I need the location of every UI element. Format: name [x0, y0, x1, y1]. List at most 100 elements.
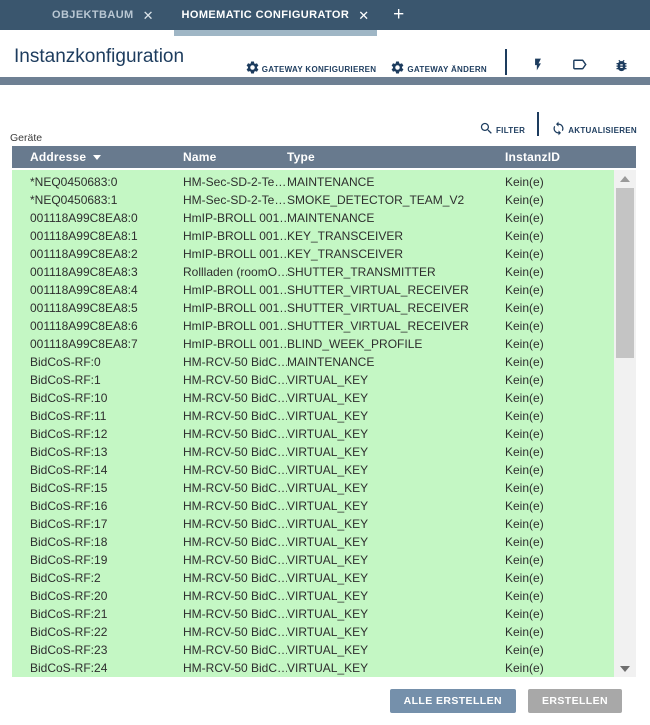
cell-instanzid: Kein(e): [505, 605, 614, 623]
table-row[interactable]: BidCoS-RF:16 HM-RCV-50 BidC… VIRTUAL_KEY…: [12, 497, 614, 515]
tab-objektbaum[interactable]: OBJEKTBAUM ✕: [44, 0, 162, 30]
refresh-button[interactable]: AKTUALISIEREN: [551, 121, 637, 136]
table-row[interactable]: BidCoS-RF:13 HM-RCV-50 BidC… VIRTUAL_KEY…: [12, 443, 614, 461]
cell-name: HM-RCV-50 BidC…: [183, 407, 287, 425]
close-icon[interactable]: ✕: [358, 9, 369, 22]
cell-name: HmIP-BROLL 001…: [183, 227, 287, 245]
cell-name: HM-RCV-50 BidC…: [183, 551, 287, 569]
cell-instanzid: Kein(e): [505, 335, 614, 353]
create-all-button[interactable]: ALLE ERSTELLEN: [390, 689, 516, 713]
bug-icon[interactable]: [608, 58, 635, 75]
table-row[interactable]: BidCoS-RF:11 HM-RCV-50 BidC… VIRTUAL_KEY…: [12, 407, 614, 425]
cell-type: KEY_TRANSCEIVER: [287, 227, 505, 245]
table-row[interactable]: BidCoS-RF:14 HM-RCV-50 BidC… VIRTUAL_KEY…: [12, 461, 614, 479]
scroll-up-button[interactable]: [614, 170, 636, 187]
table-row[interactable]: 001118A99C8EA8:1 HmIP-BROLL 001… KEY_TRA…: [12, 227, 614, 245]
column-header-instanzid-label: InstanzID: [505, 150, 560, 164]
cell-addresse: *NEQ0450683:1: [30, 191, 183, 209]
cell-name: HM-RCV-50 BidC…: [183, 605, 287, 623]
table-row[interactable]: *NEQ0450683:1 HM-Sec-SD-2-Te… SMOKE_DETE…: [12, 191, 614, 209]
cell-name: HM-RCV-50 BidC…: [183, 479, 287, 497]
table-row[interactable]: BidCoS-RF:20 HM-RCV-50 BidC… VIRTUAL_KEY…: [12, 587, 614, 605]
cell-addresse: 001118A99C8EA8:4: [30, 281, 183, 299]
table-row[interactable]: *NEQ0450683:0 HM-Sec-SD-2-Te… MAINTENANC…: [12, 173, 614, 191]
cell-type: VIRTUAL_KEY: [287, 497, 505, 515]
column-header-type[interactable]: Type: [287, 150, 505, 164]
cell-name: HmIP-BROLL 001…: [183, 335, 287, 353]
cell-addresse: BidCoS-RF:2: [30, 569, 183, 587]
cell-name: HmIP-BROLL 001…: [183, 317, 287, 335]
flash-icon[interactable]: [525, 56, 551, 75]
cell-name: Rollladen (roomO…: [183, 263, 287, 281]
table-row[interactable]: BidCoS-RF:2 HM-RCV-50 BidC… VIRTUAL_KEY …: [12, 569, 614, 587]
cell-addresse: 001118A99C8EA8:5: [30, 299, 183, 317]
header-divider: [505, 49, 507, 75]
table-row[interactable]: BidCoS-RF:0 HM-RCV-50 BidC… MAINTENANCE …: [12, 353, 614, 371]
gateway-change-button[interactable]: GATEWAY ÄNDERN: [390, 60, 487, 75]
footer-actions: ALLE ERSTELLEN ERSTELLEN: [390, 689, 622, 713]
table-row[interactable]: BidCoS-RF:24 HM-RCV-50 BidC… VIRTUAL_KEY…: [12, 659, 614, 677]
table-row[interactable]: BidCoS-RF:22 HM-RCV-50 BidC… VIRTUAL_KEY…: [12, 623, 614, 641]
cell-instanzid: Kein(e): [505, 389, 614, 407]
cell-addresse: BidCoS-RF:13: [30, 443, 183, 461]
column-header-addresse[interactable]: Addresse: [30, 150, 183, 164]
table-row[interactable]: 001118A99C8EA8:0 HmIP-BROLL 001… MAINTEN…: [12, 209, 614, 227]
table-row[interactable]: BidCoS-RF:17 HM-RCV-50 BidC… VIRTUAL_KEY…: [12, 515, 614, 533]
label-icon[interactable]: [565, 56, 594, 75]
column-header-name[interactable]: Name: [183, 150, 287, 164]
table-row[interactable]: 001118A99C8EA8:5 HmIP-BROLL 001… SHUTTER…: [12, 299, 614, 317]
table-row[interactable]: 001118A99C8EA8:3 Rollladen (roomO… SHUTT…: [12, 263, 614, 281]
table-row[interactable]: BidCoS-RF:12 HM-RCV-50 BidC… VIRTUAL_KEY…: [12, 425, 614, 443]
table-row[interactable]: BidCoS-RF:15 HM-RCV-50 BidC… VIRTUAL_KEY…: [12, 479, 614, 497]
column-header-name-label: Name: [183, 150, 216, 164]
tab-homematic-configurator[interactable]: HOMEMATIC CONFIGURATOR ✕: [174, 0, 378, 30]
cell-type: VIRTUAL_KEY: [287, 659, 505, 677]
triangle-down-icon: [620, 666, 630, 672]
cell-instanzid: Kein(e): [505, 371, 614, 389]
table-row[interactable]: 001118A99C8EA8:2 HmIP-BROLL 001… KEY_TRA…: [12, 245, 614, 263]
cell-addresse: BidCoS-RF:20: [30, 587, 183, 605]
scrollbar-thumb[interactable]: [616, 188, 634, 358]
cell-instanzid: Kein(e): [505, 461, 614, 479]
cell-type: VIRTUAL_KEY: [287, 389, 505, 407]
device-table: *NEQ0450683:0 HM-Sec-SD-2-Te… MAINTENANC…: [12, 170, 636, 677]
scroll-down-button[interactable]: [614, 660, 636, 677]
cell-addresse: 001118A99C8EA8:1: [30, 227, 183, 245]
table-row[interactable]: BidCoS-RF:21 HM-RCV-50 BidC… VIRTUAL_KEY…: [12, 605, 614, 623]
cell-instanzid: Kein(e): [505, 443, 614, 461]
table-row[interactable]: BidCoS-RF:18 HM-RCV-50 BidC… VIRTUAL_KEY…: [12, 533, 614, 551]
scrollbar[interactable]: [614, 170, 636, 677]
cell-name: HM-RCV-50 BidC…: [183, 659, 287, 677]
cell-instanzid: Kein(e): [505, 173, 614, 191]
close-icon[interactable]: ✕: [143, 9, 154, 22]
cell-type: VIRTUAL_KEY: [287, 443, 505, 461]
create-button[interactable]: ERSTELLEN: [528, 689, 622, 713]
cell-instanzid: Kein(e): [505, 551, 614, 569]
cell-addresse: BidCoS-RF:23: [30, 641, 183, 659]
cell-name: HmIP-BROLL 001…: [183, 245, 287, 263]
cell-addresse: BidCoS-RF:21: [30, 605, 183, 623]
cell-type: SHUTTER_VIRTUAL_RECEIVER: [287, 317, 505, 335]
table-row[interactable]: BidCoS-RF:19 HM-RCV-50 BidC… VIRTUAL_KEY…: [12, 551, 614, 569]
add-tab-button[interactable]: +: [383, 0, 414, 30]
cell-name: HmIP-BROLL 001…: [183, 281, 287, 299]
cell-addresse: BidCoS-RF:1: [30, 371, 183, 389]
cell-name: HM-RCV-50 BidC…: [183, 515, 287, 533]
cell-name: HM-RCV-50 BidC…: [183, 623, 287, 641]
gateway-configure-button[interactable]: GATEWAY KONFIGURIEREN: [245, 60, 377, 75]
table-row[interactable]: BidCoS-RF:10 HM-RCV-50 BidC… VIRTUAL_KEY…: [12, 389, 614, 407]
column-header-instanzid[interactable]: InstanzID: [505, 150, 636, 164]
table-row[interactable]: BidCoS-RF:23 HM-RCV-50 BidC… VIRTUAL_KEY…: [12, 641, 614, 659]
cell-addresse: BidCoS-RF:15: [30, 479, 183, 497]
table-row[interactable]: 001118A99C8EA8:4 HmIP-BROLL 001… SHUTTER…: [12, 281, 614, 299]
table-row[interactable]: 001118A99C8EA8:6 HmIP-BROLL 001… SHUTTER…: [12, 317, 614, 335]
gear-icon: [245, 60, 260, 75]
filter-label: FILTER: [496, 126, 525, 136]
cell-instanzid: Kein(e): [505, 497, 614, 515]
filter-button[interactable]: FILTER: [479, 121, 525, 136]
table-caption: Geräte: [10, 132, 42, 144]
cell-addresse: BidCoS-RF:18: [30, 533, 183, 551]
tab-objektbaum-label: OBJEKTBAUM: [52, 9, 134, 21]
table-row[interactable]: BidCoS-RF:1 HM-RCV-50 BidC… VIRTUAL_KEY …: [12, 371, 614, 389]
table-row[interactable]: 001118A99C8EA8:7 HmIP-BROLL 001… BLIND_W…: [12, 335, 614, 353]
